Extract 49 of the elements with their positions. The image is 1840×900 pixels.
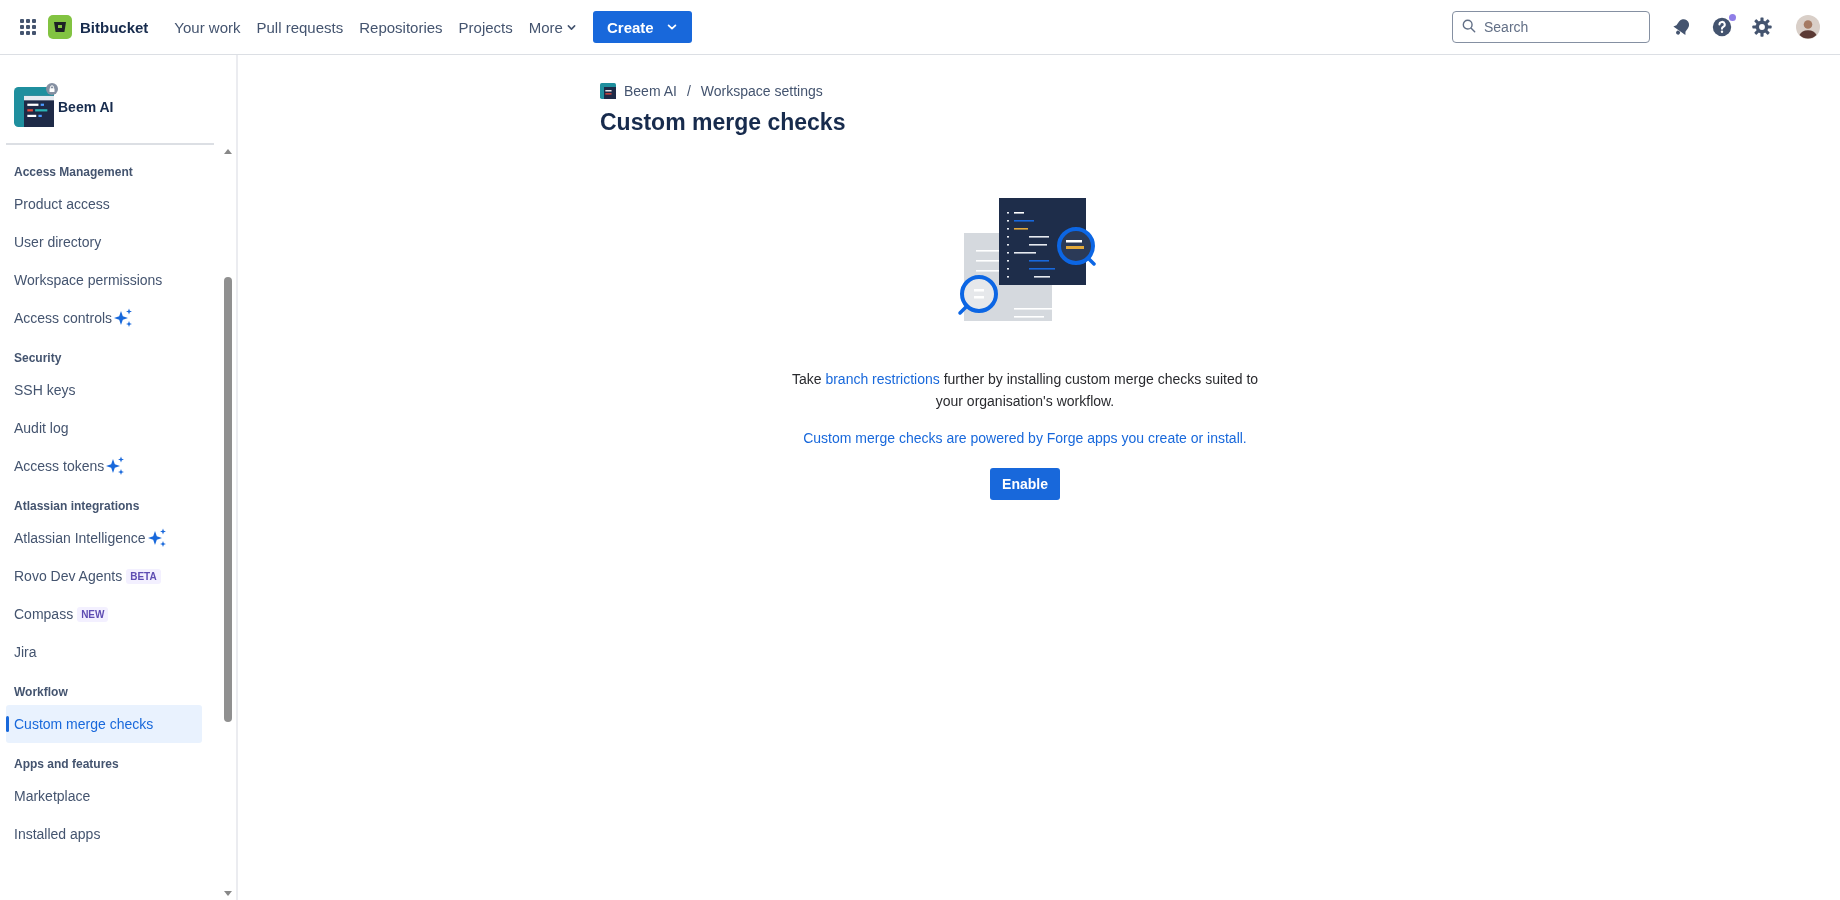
lozenge: BETA bbox=[126, 568, 161, 584]
nav-link[interactable]: Repositories bbox=[359, 18, 443, 36]
settings-icon[interactable] bbox=[1751, 16, 1773, 38]
sidebar-item[interactable]: Workspace permissions bbox=[6, 261, 202, 299]
workspace-logo bbox=[600, 83, 616, 99]
forge-apps-link[interactable]: Custom merge checks are powered by Forge apps you create or install. bbox=[803, 430, 1247, 446]
sidebar-item[interactable]: Product access bbox=[6, 185, 202, 223]
sidebar-item[interactable]: Compass NEW bbox=[6, 595, 202, 633]
search-field[interactable]: Search bbox=[1452, 11, 1650, 43]
sidebar-item[interactable]: Access tokens bbox=[6, 447, 202, 485]
sidebar-item[interactable]: Atlassian Intelligence bbox=[6, 519, 202, 557]
sidebar-item[interactable]: Marketplace bbox=[6, 777, 202, 815]
nav-link[interactable]: Your work bbox=[174, 18, 241, 36]
search-icon bbox=[1462, 19, 1476, 33]
breadcrumb-link[interactable]: Workspace settings bbox=[700, 83, 823, 99]
section-heading: Apps and features bbox=[13, 756, 120, 773]
section-heading: Access Management bbox=[13, 164, 134, 181]
section-heading: Security bbox=[13, 350, 63, 367]
nav-link[interactable]: Projects bbox=[458, 18, 513, 36]
sidebar-item[interactable]: Rovo Dev Agents BETA bbox=[6, 557, 202, 595]
workspace-name: Beem AI bbox=[58, 99, 114, 115]
enable-button[interactable]: Enable bbox=[990, 468, 1060, 500]
app-switcher-icon[interactable] bbox=[20, 19, 36, 35]
create-button[interactable]: Create bbox=[592, 11, 692, 43]
breadcrumb-link[interactable]: Beem AI bbox=[624, 83, 677, 99]
avatar-icon[interactable] bbox=[1796, 15, 1820, 39]
sidebar-item[interactable]: Jira bbox=[6, 633, 202, 671]
sidebar-item[interactable]: Audit log bbox=[6, 409, 202, 447]
sidebar-item[interactable]: Installed apps bbox=[6, 815, 202, 853]
nav-link[interactable]: Pull requests bbox=[256, 18, 344, 36]
branch-restrictions-link[interactable]: branch restrictions bbox=[825, 371, 940, 387]
breadcrumb-separator: / bbox=[686, 83, 691, 99]
lozenge: NEW bbox=[77, 606, 109, 622]
product-logo[interactable]: Bitbucket bbox=[48, 15, 149, 39]
notification-dot bbox=[1729, 14, 1736, 21]
product-name: Bitbucket bbox=[80, 18, 149, 36]
workspace-logo bbox=[14, 87, 54, 127]
description-text: Take branch restrictions further by installing custom merge checks suited to your organisation's workflow. bbox=[790, 370, 1260, 411]
sidebar-item[interactable]: Custom merge checks bbox=[6, 705, 202, 743]
sidebar-item[interactable]: Access controls bbox=[6, 299, 202, 337]
help-icon[interactable] bbox=[1711, 16, 1733, 38]
page-title: Custom merge checks bbox=[600, 109, 847, 136]
sidebar-item[interactable]: SSH keys bbox=[6, 371, 202, 409]
section-heading: Atlassian integrations bbox=[13, 498, 141, 515]
sidebar-item[interactable]: User directory bbox=[6, 223, 202, 261]
lock-icon bbox=[46, 83, 58, 95]
section-heading: Workflow bbox=[13, 684, 69, 701]
bucket-icon bbox=[48, 15, 72, 39]
more-menu[interactable]: More bbox=[528, 18, 577, 36]
